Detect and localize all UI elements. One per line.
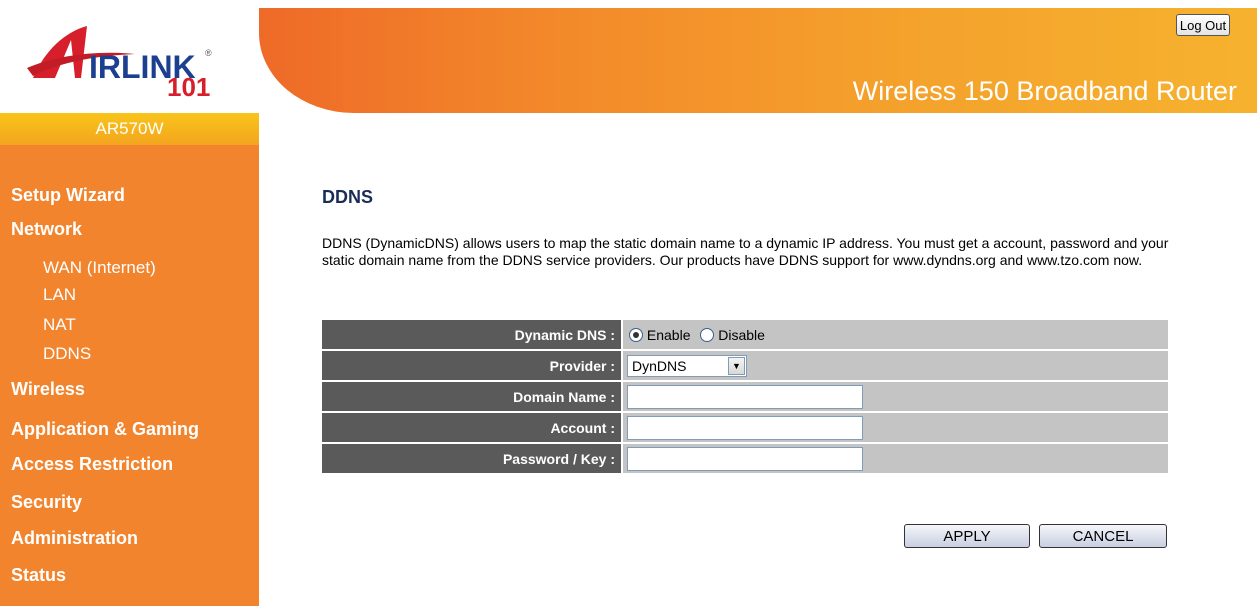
- domain-name-input[interactable]: [627, 384, 863, 409]
- domain-name-label: Domain Name :: [322, 381, 623, 413]
- provider-label: Provider :: [322, 350, 623, 382]
- password-key-cell: [622, 443, 1168, 475]
- sidebar-item-ddns[interactable]: DDNS: [43, 344, 91, 364]
- sidebar-item-setup-wizard[interactable]: Setup Wizard: [11, 185, 125, 206]
- product-title: Wireless 150 Broadband Router: [852, 76, 1237, 106]
- enable-label[interactable]: Enable: [647, 327, 691, 343]
- password-key-input[interactable]: [627, 446, 863, 471]
- sidebar-item-access-restriction[interactable]: Access Restriction: [11, 454, 173, 475]
- provider-select[interactable]: DynDNS ▼: [627, 354, 747, 377]
- account-input[interactable]: [627, 415, 863, 440]
- svg-text:®: ®: [205, 48, 212, 58]
- sidebar-item-status[interactable]: Status: [11, 565, 66, 586]
- table-row: Provider : DynDNS ▼: [322, 350, 1168, 382]
- account-label: Account :: [322, 412, 623, 444]
- sidebar-item-nat[interactable]: NAT: [43, 315, 76, 335]
- table-row: Password / Key :: [322, 443, 1168, 475]
- model-name: AR570W: [0, 113, 259, 145]
- page-description: DDNS (DynamicDNS) allows users to map th…: [322, 235, 1169, 268]
- sidebar-item-wireless[interactable]: Wireless: [11, 379, 85, 400]
- dropdown-arrow-icon[interactable]: ▼: [728, 356, 745, 375]
- provider-cell: DynDNS ▼: [622, 350, 1168, 382]
- table-row: Account :: [322, 412, 1168, 444]
- sidebar: Setup Wizard Network WAN (Internet) LAN …: [0, 145, 259, 606]
- header-top-strip: [259, 0, 1257, 8]
- apply-button[interactable]: APPLY: [904, 524, 1030, 548]
- disable-radio[interactable]: [700, 327, 715, 342]
- password-key-label: Password / Key :: [322, 443, 623, 475]
- sidebar-item-administration[interactable]: Administration: [11, 528, 138, 549]
- sidebar-item-security[interactable]: Security: [11, 492, 82, 513]
- account-cell: [622, 412, 1168, 444]
- page-title: DDNS: [322, 187, 374, 207]
- sidebar-item-application-gaming[interactable]: Application & Gaming: [11, 419, 199, 440]
- enable-radio[interactable]: [629, 327, 643, 342]
- svg-text:101: 101: [167, 72, 210, 100]
- table-row: Domain Name :: [322, 381, 1168, 413]
- logout-button[interactable]: Log Out: [1176, 14, 1230, 36]
- airlink-logo: IRLINK ® 101: [27, 26, 212, 100]
- sidebar-item-network[interactable]: Network: [11, 219, 82, 240]
- sidebar-item-lan[interactable]: LAN: [43, 285, 76, 305]
- cancel-button[interactable]: CANCEL: [1039, 524, 1167, 548]
- dynamic-dns-options: Enable Disable: [622, 320, 1168, 351]
- ddns-settings-table: Dynamic DNS : Enable Disable Provider : …: [322, 320, 1168, 475]
- domain-name-cell: [622, 381, 1168, 413]
- provider-value: DynDNS: [632, 357, 687, 374]
- logo-area: IRLINK ® 101: [0, 0, 259, 113]
- dynamic-dns-label: Dynamic DNS :: [322, 320, 623, 351]
- sidebar-item-wan[interactable]: WAN (Internet): [43, 258, 156, 278]
- table-row: Dynamic DNS : Enable Disable: [322, 320, 1168, 351]
- disable-label[interactable]: Disable: [718, 327, 765, 343]
